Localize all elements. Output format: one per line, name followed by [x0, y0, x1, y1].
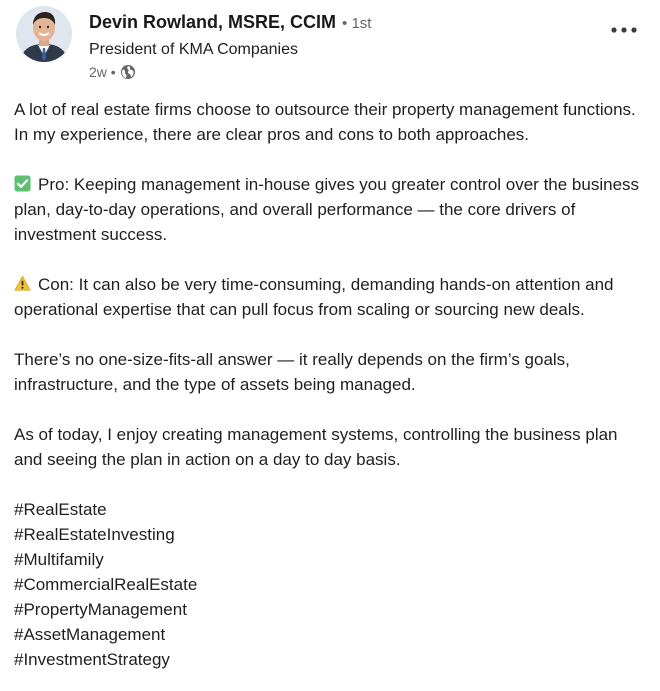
hashtag-list: #RealEstate #RealEstateInvesting #Multif… — [14, 497, 650, 672]
check-mark-icon — [14, 174, 31, 192]
pro-text: Pro: Keeping management in-house gives y… — [14, 175, 640, 244]
globe-icon — [120, 64, 136, 80]
author-name[interactable]: Devin Rowland, MSRE, CCIM — [89, 12, 336, 32]
hashtag-link[interactable]: #AssetManagement — [14, 622, 650, 647]
hashtag-link[interactable]: #PropertyManagement — [14, 597, 650, 622]
hashtag-link[interactable]: #Multifamily — [14, 547, 650, 572]
post-paragraph-answer: There’s no one-size-fits-all answer — it… — [14, 350, 570, 394]
post-paragraph-intro: A lot of real estate firms choose to out… — [14, 100, 636, 144]
author-line: Devin Rowland, MSRE, CCIM • 1st — [89, 11, 371, 35]
warning-icon — [14, 274, 31, 291]
feed-post: Devin Rowland, MSRE, CCIM • 1st President… — [0, 0, 660, 691]
connection-degree: • 1st — [342, 15, 372, 32]
hashtag-link[interactable]: #CommercialRealEstate — [14, 572, 650, 597]
post-timestamp[interactable]: 2w • — [89, 62, 116, 82]
more-options-button[interactable] — [608, 18, 640, 42]
post-paragraph-con: Con: It can also be very time-consuming,… — [14, 272, 650, 322]
post-paragraph-today: As of today, I enjoy creating management… — [14, 425, 618, 469]
hashtag-link[interactable]: #InvestmentStrategy — [14, 647, 650, 672]
post-paragraph-pro: Pro: Keeping management in-house gives y… — [14, 172, 650, 247]
avatar-photo-icon — [16, 6, 72, 62]
post-body: A lot of real estate firms choose to out… — [14, 97, 650, 672]
ellipsis-icon — [611, 27, 637, 33]
con-text: Con: It can also be very time-consuming,… — [14, 275, 614, 319]
hashtag-link[interactable]: #RealEstateInvesting — [14, 522, 650, 547]
post-meta: 2w • — [89, 62, 136, 82]
author-avatar[interactable] — [16, 6, 72, 62]
hashtag-link[interactable]: #RealEstate — [14, 497, 650, 522]
author-headline: President of KMA Companies — [89, 41, 298, 58]
